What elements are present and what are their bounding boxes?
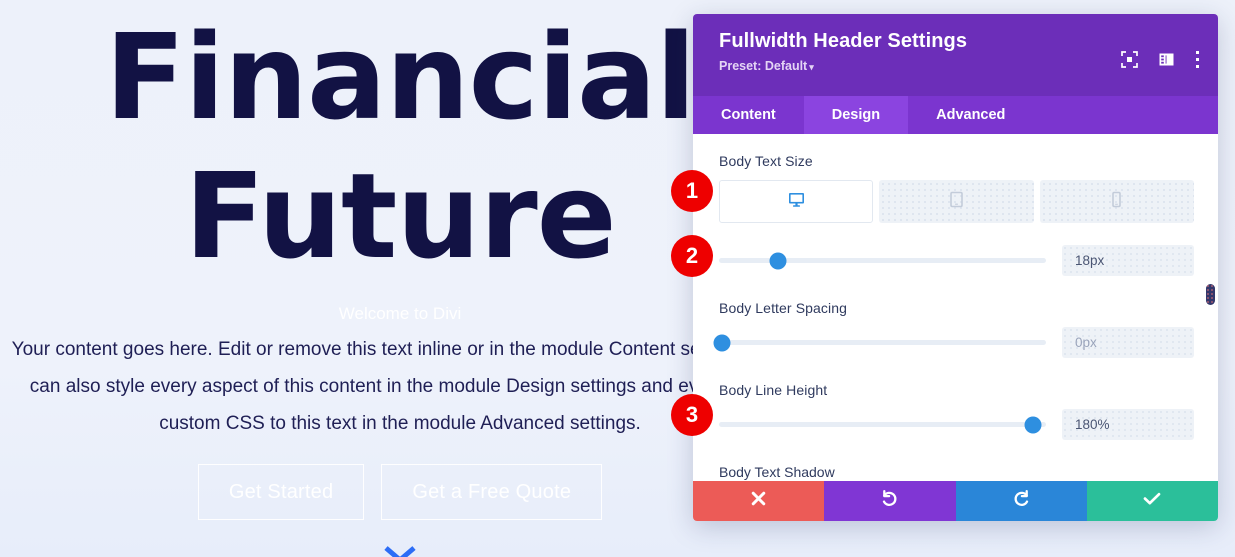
save-button[interactable] — [1086, 481, 1218, 521]
tablet-icon — [949, 191, 964, 213]
tab-design[interactable]: Design — [803, 96, 909, 134]
cancel-button[interactable] — [693, 481, 825, 521]
panel-layout-icon[interactable] — [1158, 51, 1175, 68]
body-text-size-slider[interactable] — [719, 251, 1046, 271]
undo-button[interactable] — [824, 481, 956, 521]
body-letter-spacing-value-input[interactable]: 0px — [1062, 327, 1194, 358]
body-text-size-label: Body Text Size — [719, 153, 813, 169]
redo-icon — [1012, 489, 1031, 513]
hero-button-group: Get Started Get a Free Quote — [0, 464, 800, 520]
modal-scrollbar[interactable] — [1206, 134, 1215, 481]
modal-body: Body Text Size 18px Body Letter Spacing … — [693, 134, 1218, 481]
slider-thumb[interactable] — [1024, 416, 1042, 433]
more-vertical-icon[interactable] — [1195, 50, 1200, 69]
body-text-shadow-label: Body Text Shadow — [719, 464, 835, 480]
device-desktop-button[interactable] — [719, 180, 874, 223]
body-letter-spacing-slider[interactable] — [713, 333, 1046, 353]
undo-icon — [880, 489, 899, 513]
body-text-size-slider-row: 18px — [719, 245, 1194, 276]
body-letter-spacing-label: Body Letter Spacing — [719, 300, 847, 316]
redo-button[interactable] — [955, 481, 1087, 521]
get-a-free-quote-button[interactable]: Get a Free Quote — [381, 464, 603, 520]
slider-track — [719, 340, 1046, 345]
body-text-size-value-input[interactable]: 18px — [1062, 245, 1194, 276]
close-icon — [750, 490, 767, 512]
body-letter-spacing-slider-row: 0px — [713, 327, 1194, 358]
annotation-badge-1: 1 — [671, 170, 713, 212]
tab-content[interactable]: Content — [693, 96, 804, 134]
hero-subtitle: Welcome to Divi — [338, 304, 462, 324]
modal-footer — [693, 481, 1218, 521]
preset-label: Preset: Default — [719, 59, 808, 73]
slider-track — [719, 258, 1046, 263]
body-line-height-slider-row: 180% — [719, 409, 1194, 440]
modal-scrollbar-thumb[interactable] — [1206, 284, 1215, 305]
slider-thumb[interactable] — [769, 252, 787, 269]
modal-header-icons — [1121, 50, 1200, 69]
slider-thumb[interactable] — [713, 334, 731, 351]
fullwidth-header-settings-modal: Fullwidth Header Settings Preset: Defaul… — [693, 14, 1218, 521]
check-icon — [1142, 490, 1162, 512]
annotation-badge-3: 3 — [671, 394, 713, 436]
modal-tab-bar: Content Design Advanced — [693, 96, 1218, 134]
responsive-device-selector — [719, 180, 1194, 223]
focus-expand-icon[interactable] — [1121, 51, 1138, 68]
phone-icon — [1111, 191, 1122, 213]
slider-track — [719, 422, 1046, 427]
device-phone-button[interactable] — [1039, 180, 1194, 223]
desktop-icon — [788, 191, 805, 213]
body-line-height-label: Body Line Height — [719, 382, 828, 398]
get-started-button[interactable]: Get Started — [197, 464, 365, 520]
hero-section: Financial Future Welcome to Divi Your co… — [0, 0, 800, 557]
body-line-height-slider[interactable] — [719, 415, 1046, 435]
double-chevron-down-icon[interactable] — [0, 542, 800, 557]
modal-header: Fullwidth Header Settings Preset: Defaul… — [693, 14, 1218, 96]
tab-advanced[interactable]: Advanced — [908, 96, 1033, 134]
chevron-down-icon: ▾ — [809, 62, 814, 72]
device-tablet-button[interactable] — [879, 180, 1034, 223]
preset-selector[interactable]: Preset: Default ▾ — [719, 59, 814, 73]
body-line-height-value-input[interactable]: 180% — [1062, 409, 1194, 440]
annotation-badge-2: 2 — [671, 235, 713, 277]
